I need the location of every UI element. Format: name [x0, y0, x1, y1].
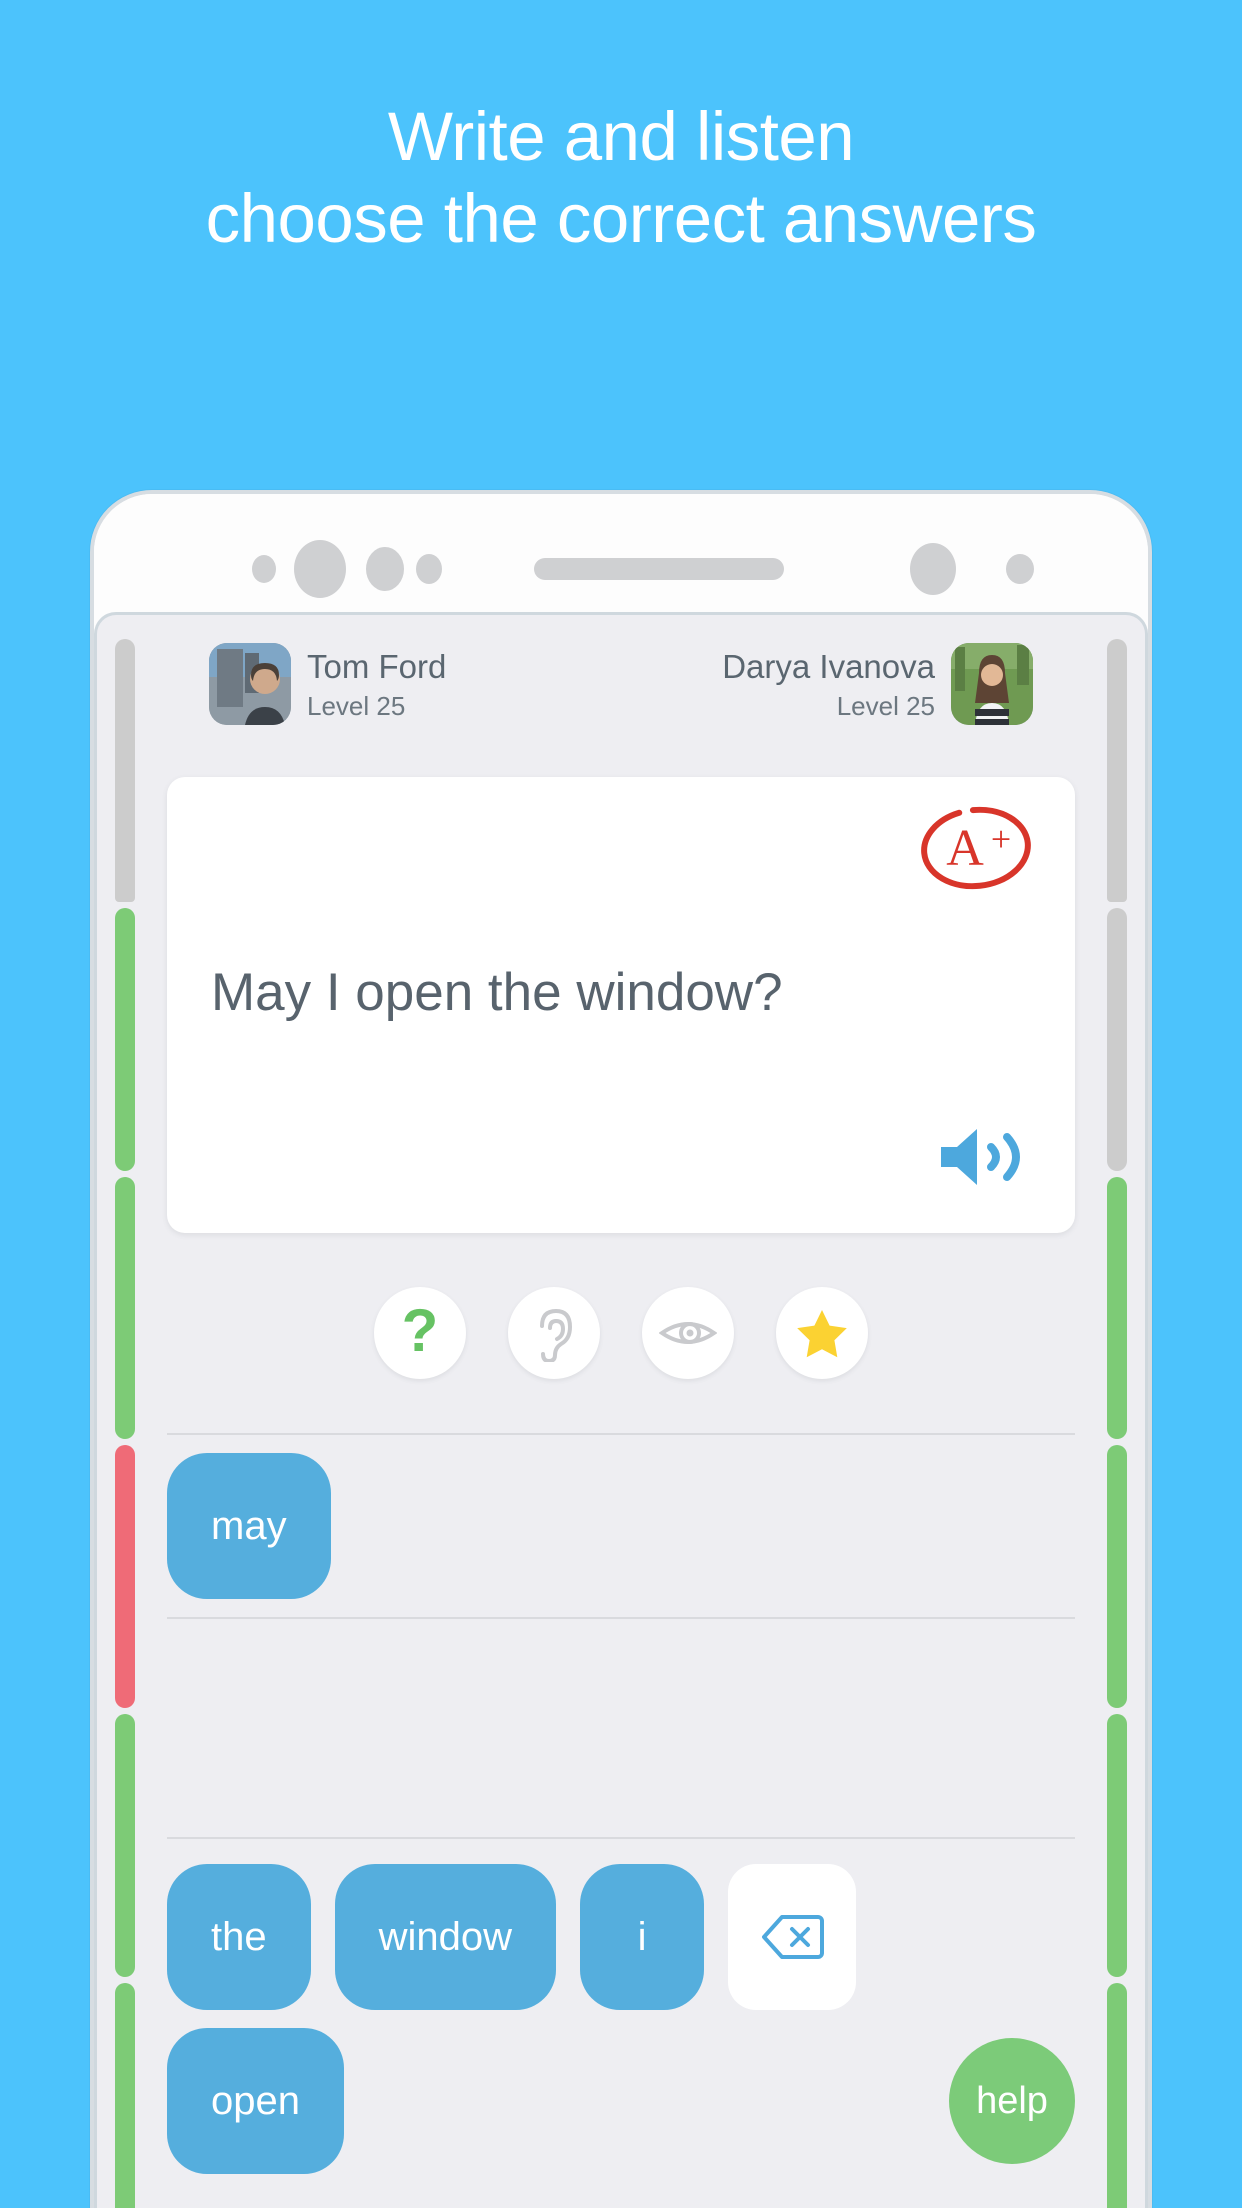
progress-segment	[1107, 1445, 1127, 1709]
progress-segment	[1107, 639, 1127, 902]
promo-line-1: Write and listen	[387, 98, 855, 175]
progress-segment	[115, 1445, 135, 1709]
progress-segment	[1107, 907, 1127, 1171]
progress-segment	[1107, 1983, 1127, 2208]
grade-stamp: A +	[917, 803, 1035, 893]
avatar-photo-man-icon	[209, 643, 291, 725]
sensor-dot-icon	[252, 555, 276, 583]
action-row: ?	[97, 1287, 1145, 1379]
question-text: May I open the window?	[211, 963, 783, 1022]
word-bank-chip[interactable]: open	[167, 2028, 344, 2174]
chip-label: window	[378, 1914, 513, 1959]
promo-line-2: choose the correct answers	[205, 180, 1037, 258]
speaker-icon	[941, 1129, 1020, 1185]
light-sensor-icon	[416, 554, 442, 584]
word-bank-chip[interactable]: i	[580, 1864, 705, 2010]
progress-segment	[1107, 1714, 1127, 1978]
help-button[interactable]: help	[949, 2038, 1075, 2164]
progress-segment	[115, 1983, 135, 2208]
chip-label: the	[211, 1914, 267, 1959]
player-right[interactable]: Darya Ivanova Level 25	[722, 643, 1033, 725]
answer-word-chip[interactable]: may	[167, 1453, 331, 1599]
app-screen: Tom Ford Level 25 Darya Ivanova Level 25	[94, 612, 1148, 2208]
phone-bezel-top	[94, 494, 1148, 612]
favorite-button[interactable]	[776, 1287, 868, 1379]
question-card: A + May I open the window?	[167, 777, 1075, 1233]
hint-button[interactable]: ?	[374, 1287, 466, 1379]
answer-row: may	[167, 1443, 1075, 1609]
ear-icon	[540, 1308, 573, 1362]
proximity-sensor-icon	[366, 547, 404, 591]
eye-icon	[659, 1322, 717, 1344]
svg-text:A: A	[946, 820, 984, 877]
backspace-icon	[762, 1915, 825, 1959]
player-left-level: Level 25	[307, 691, 406, 722]
led-indicator-icon	[1006, 554, 1034, 584]
phone-mockup: Tom Ford Level 25 Darya Ivanova Level 25	[90, 490, 1152, 2208]
word-bank-chip[interactable]: window	[334, 1864, 557, 2010]
progress-segment	[115, 1714, 135, 1978]
chip-label: i	[637, 1914, 647, 1959]
avatar-photo-woman-icon	[951, 643, 1033, 725]
player-right-level: Level 25	[836, 691, 935, 722]
front-camera-icon	[294, 540, 346, 598]
secondary-camera-icon	[910, 543, 956, 595]
progress-rail-left	[115, 639, 135, 2208]
answer-divider-top	[167, 1433, 1075, 1435]
word-bank-chip[interactable]: the	[167, 1864, 311, 2010]
player-left[interactable]: Tom Ford Level 25	[209, 643, 446, 725]
player-right-name: Darya Ivanova	[722, 648, 935, 685]
earpiece-speaker-icon	[534, 558, 784, 580]
progress-segment	[115, 639, 135, 902]
listen-button[interactable]	[508, 1287, 600, 1379]
promo-headline: Write and listen choose the correct answ…	[0, 96, 1242, 260]
grade-stamp-icon: A +	[921, 806, 1031, 890]
svg-text:+: +	[991, 819, 1011, 859]
chip-label: open	[211, 2078, 300, 2123]
avatar[interactable]	[951, 643, 1033, 725]
word-bank-row-2: open help	[167, 2027, 1075, 2175]
progress-rail-right	[1107, 639, 1127, 2208]
player-left-text: Tom Ford Level 25	[307, 643, 446, 719]
word-bank-row-1: the window i	[167, 1863, 1075, 2011]
speaker-button[interactable]	[935, 1121, 1031, 1193]
chip-label: may	[211, 1503, 287, 1548]
player-left-name: Tom Ford	[307, 648, 447, 685]
answer-divider-bottom	[167, 1617, 1075, 1619]
backspace-button[interactable]	[728, 1864, 857, 2010]
word-bank-divider	[167, 1837, 1075, 1839]
reveal-button[interactable]	[642, 1287, 734, 1379]
player-right-text: Darya Ivanova Level 25	[722, 643, 935, 719]
progress-segment	[115, 907, 135, 1171]
avatar[interactable]	[209, 643, 291, 725]
phone-sensor-row	[94, 540, 1148, 598]
chip-label: help	[976, 2079, 1048, 2122]
question-mark-icon: ?	[401, 1297, 439, 1364]
star-icon	[797, 1310, 847, 1358]
players-header: Tom Ford Level 25 Darya Ivanova Level 25	[209, 643, 1033, 729]
